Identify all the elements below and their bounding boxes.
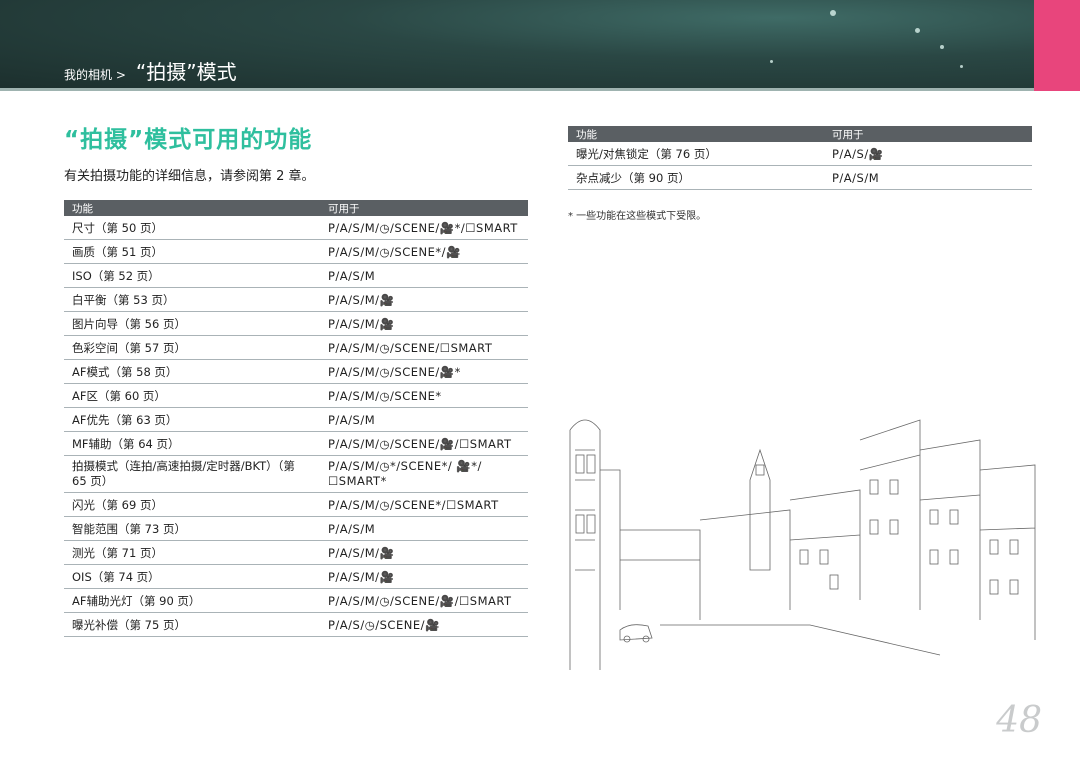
page-number: 48 — [996, 700, 1042, 741]
sparkle — [915, 28, 920, 33]
function-name: MF辅助（第 64 页） — [64, 431, 320, 456]
building-window — [889, 479, 899, 495]
sparkle — [770, 60, 773, 63]
available-modes: P/A/S/M/◷/SCENE/🎥* — [320, 359, 528, 384]
function-name: AF区（第 60 页） — [64, 383, 320, 408]
functions-table-left: 功能 可用于 尺寸（第 50 页） P/A/S/M/◷/SCENE/🎥*/☐SMA… — [64, 200, 528, 637]
building-window — [949, 509, 959, 525]
building-window — [929, 549, 939, 565]
table-row: MF辅助（第 64 页） P/A/S/M/◷/SCENE/🎥/☐SMART — [64, 431, 528, 456]
table-row: 测光（第 71 页） P/A/S/M/🎥 — [64, 540, 528, 565]
available-modes: P/A/S/M/◷/SCENE/🎥/☐SMART — [320, 588, 528, 613]
function-name: 图片向导（第 56 页） — [64, 311, 320, 336]
building-window — [989, 579, 999, 595]
footnote: * 一些功能在这些模式下受限。 — [568, 211, 707, 222]
function-name: 色彩空间（第 57 页） — [64, 335, 320, 360]
table-row: 智能范围（第 73 页） P/A/S/M — [64, 516, 528, 541]
table-row: 白平衡（第 53 页） P/A/S/M/🎥 — [64, 287, 528, 312]
table-row: 色彩空间（第 57 页） P/A/S/M/◷/SCENE/☐SMART — [64, 335, 528, 360]
table-row: 曝光/对焦锁定（第 76 页） P/A/S/🎥 — [568, 142, 1032, 166]
building-window — [1009, 539, 1019, 555]
building-window — [1009, 579, 1019, 595]
function-name: 尺寸（第 50 页） — [64, 216, 320, 240]
available-modes: P/A/S/M/◷/SCENE/☐SMART — [320, 335, 528, 360]
available-modes: P/A/S/M/◷/SCENE*/☐SMART — [320, 492, 528, 517]
sparkle — [960, 65, 963, 68]
function-name: 白平衡（第 53 页） — [64, 287, 320, 312]
available-modes: P/A/S/M — [824, 165, 1032, 190]
building-window — [989, 539, 999, 555]
column-header-available: 可用于 — [824, 126, 1032, 142]
table-header-row: 功能 可用于 — [568, 126, 1032, 142]
table-row: 图片向导（第 56 页） P/A/S/M/🎥 — [64, 311, 528, 336]
function-name: 杂点减少（第 90 页） — [568, 165, 824, 190]
table-row: 闪光（第 69 页） P/A/S/M/◷/SCENE*/☐SMART — [64, 492, 528, 517]
function-name: 测光（第 71 页） — [64, 540, 320, 565]
building-window — [889, 519, 899, 535]
available-modes: P/A/S/M/🎥 — [320, 311, 528, 336]
sparkle — [830, 10, 836, 16]
available-modes: P/A/S/M/◷/SCENE/🎥*/☐SMART — [320, 216, 528, 240]
available-modes: P/A/S/M/◷/SCENE*/🎥 — [320, 239, 528, 264]
building-window — [869, 479, 879, 495]
table-row: 画质（第 51 页） P/A/S/M/◷/SCENE*/🎥 — [64, 239, 528, 264]
functions-table-right: 功能 可用于 曝光/对焦锁定（第 76 页） P/A/S/🎥 杂点减少（第 90 页… — [568, 126, 1032, 190]
function-name: 画质（第 51 页） — [64, 239, 320, 264]
table-row: AF模式（第 58 页） P/A/S/M/◷/SCENE/🎥* — [64, 359, 528, 384]
function-name: 智能范围（第 73 页） — [64, 516, 320, 541]
breadcrumb: 我的相机 > “拍摄”模式 — [64, 56, 237, 85]
sparkle — [940, 45, 944, 49]
function-name: 曝光/对焦锁定（第 76 页） — [568, 142, 824, 166]
page-subtitle: 有关拍摄功能的详细信息，请参阅第 2 章。 — [64, 169, 315, 184]
chapter-tab[interactable] — [1034, 0, 1080, 91]
available-modes: P/A/S/M/🎥 — [320, 287, 528, 312]
function-name: 闪光（第 69 页） — [64, 492, 320, 517]
available-modes: P/A/S/M/◷/SCENE* — [320, 383, 528, 408]
building-window — [869, 519, 879, 535]
available-modes: P/A/S/M — [320, 407, 528, 432]
table-row: 杂点减少（第 90 页） P/A/S/M — [568, 165, 1032, 190]
table-row: AF区（第 60 页） P/A/S/M/◷/SCENE* — [64, 383, 528, 408]
function-name: ISO（第 52 页） — [64, 263, 320, 288]
building-window — [929, 509, 939, 525]
available-modes: P/A/S/M — [320, 516, 528, 541]
table-row: 拍摄模式（连拍/高速拍摄/定时器/BKT）（第 65 页） P/A/S/M/◷*/… — [64, 455, 528, 493]
table-row: ISO（第 52 页） P/A/S/M — [64, 263, 528, 288]
available-modes: P/A/S/M/🎥 — [320, 564, 528, 589]
function-name: AF辅助光灯（第 90 页） — [64, 588, 320, 613]
available-modes: P/A/S/M/◷*/SCENE*/ 🎥*/☐SMART* — [320, 455, 528, 493]
building-window — [829, 574, 839, 590]
function-name: 拍摄模式（连拍/高速拍摄/定时器/BKT）（第 65 页） — [64, 455, 320, 493]
function-name: AF优先（第 63 页） — [64, 407, 320, 432]
header-divider — [0, 88, 1080, 91]
column-header-function: 功能 — [64, 200, 320, 216]
breadcrumb-parent[interactable]: 我的相机 > — [64, 66, 126, 83]
function-name: 曝光补偿（第 75 页） — [64, 612, 320, 637]
breadcrumb-current: “拍摄”模式 — [135, 60, 237, 84]
page-header: 我的相机 > “拍摄”模式 — [0, 0, 1080, 90]
building-window — [819, 549, 829, 565]
building-window — [799, 549, 809, 565]
table-row: 尺寸（第 50 页） P/A/S/M/◷/SCENE/🎥*/☐SMART — [64, 216, 528, 240]
page-title: “拍摄”模式可用的功能 — [64, 127, 313, 153]
available-modes: P/A/S/M/🎥 — [320, 540, 528, 565]
table-row: OIS（第 74 页） P/A/S/M/🎥 — [64, 564, 528, 589]
table-header-row: 功能 可用于 — [64, 200, 528, 216]
available-modes: P/A/S/M — [320, 263, 528, 288]
function-name: AF模式（第 58 页） — [64, 359, 320, 384]
building-window — [949, 549, 959, 565]
table-row: 曝光补偿（第 75 页） P/A/S/◷/SCENE/🎥 — [64, 612, 528, 637]
available-modes: P/A/S/M/◷/SCENE/🎥/☐SMART — [320, 431, 528, 456]
table-row: AF优先（第 63 页） P/A/S/M — [64, 407, 528, 432]
column-header-available: 可用于 — [320, 200, 528, 216]
function-name: OIS（第 74 页） — [64, 564, 320, 589]
column-header-function: 功能 — [568, 126, 824, 142]
available-modes: P/A/S/🎥 — [824, 142, 1032, 166]
available-modes: P/A/S/◷/SCENE/🎥 — [320, 612, 528, 637]
table-row: AF辅助光灯（第 90 页） P/A/S/M/◷/SCENE/🎥/☐SMART — [64, 588, 528, 613]
city-illustration — [569, 419, 1036, 670]
